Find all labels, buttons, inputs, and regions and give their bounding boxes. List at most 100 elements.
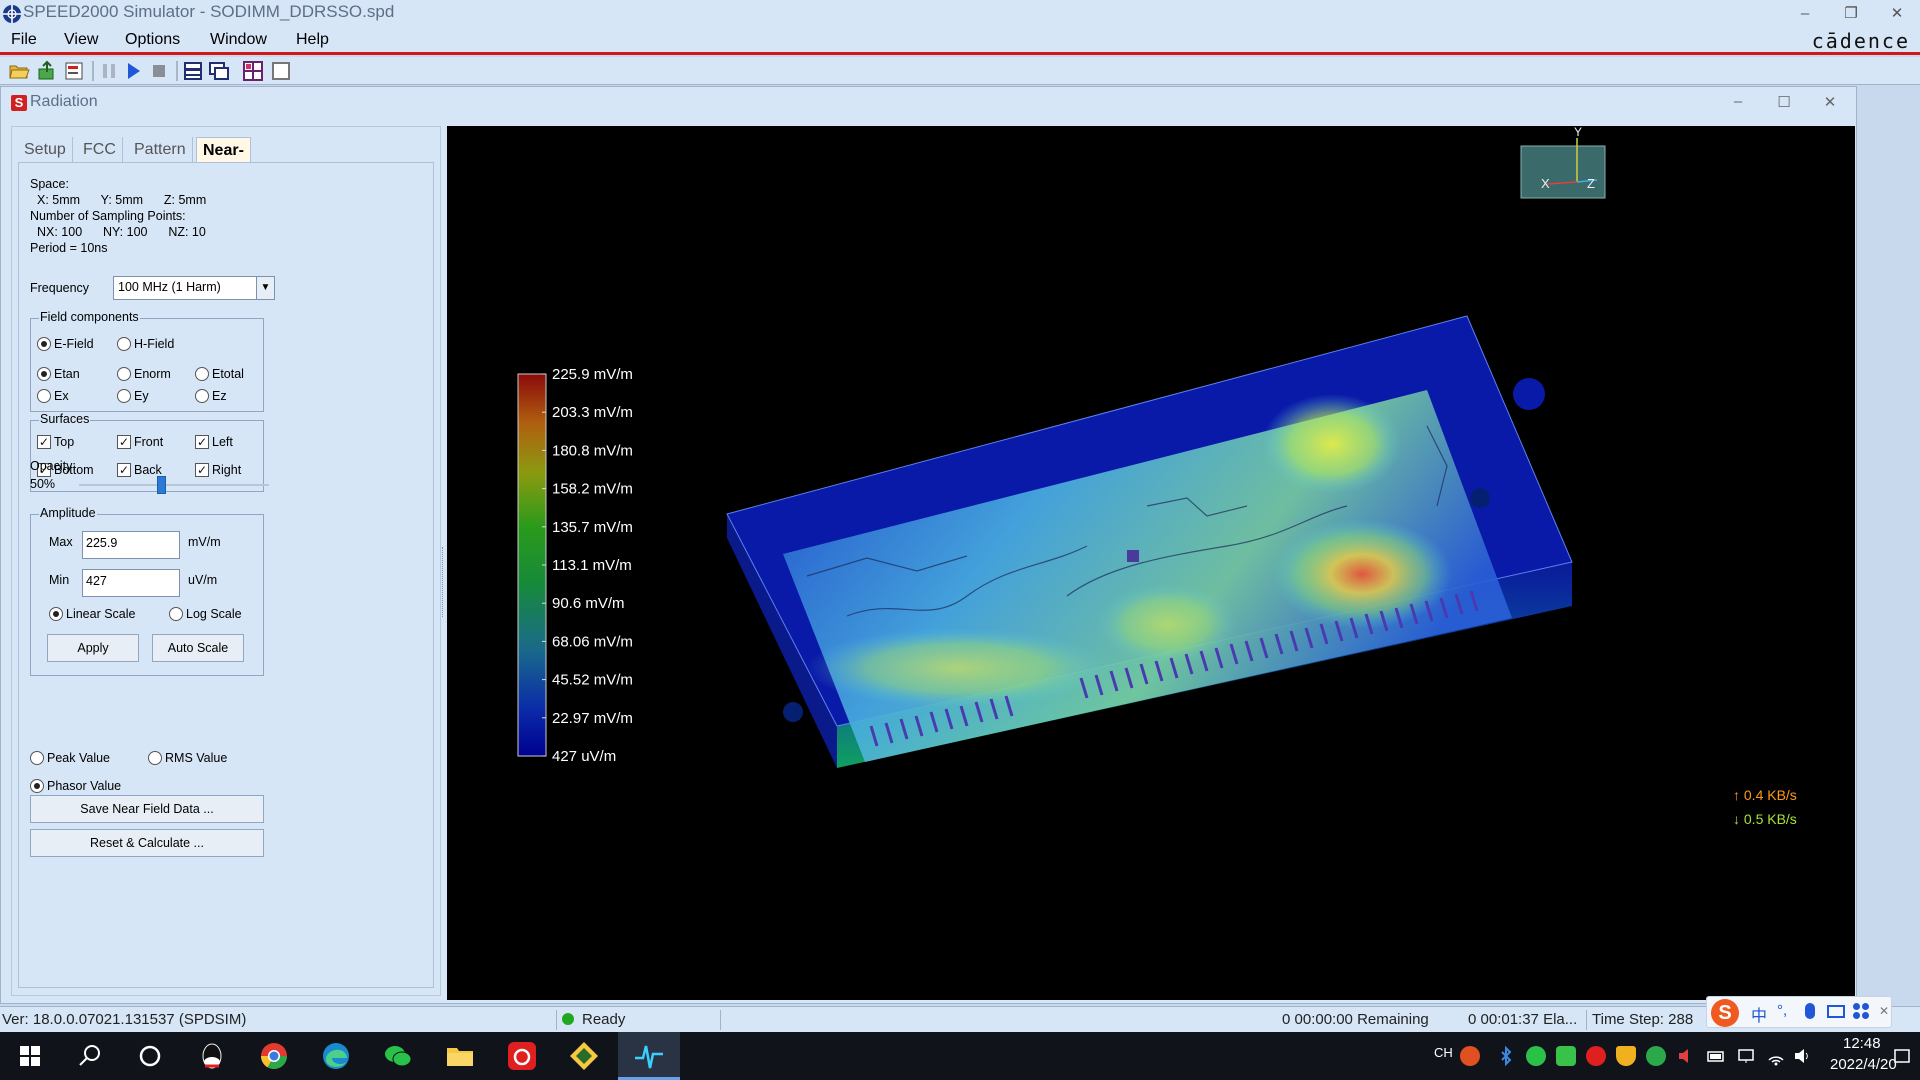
app-diamond-icon[interactable] bbox=[568, 1040, 600, 1072]
network-monitor-icon[interactable] bbox=[1736, 1046, 1756, 1066]
tab-fcc[interactable]: FCC bbox=[77, 137, 123, 163]
log-scale-label: Log Scale bbox=[186, 607, 242, 621]
auto-scale-button[interactable]: Auto Scale bbox=[152, 634, 244, 662]
wechat-icon[interactable] bbox=[382, 1040, 414, 1072]
menu-window[interactable]: Window bbox=[210, 31, 267, 49]
report-icon[interactable] bbox=[63, 60, 85, 82]
ime-close-icon[interactable]: ✕ bbox=[1879, 1004, 1889, 1018]
horizontal-split-icon[interactable] bbox=[182, 60, 204, 82]
search-icon[interactable] bbox=[74, 1040, 106, 1072]
volume-icon[interactable] bbox=[1792, 1046, 1812, 1066]
windows-start-icon[interactable] bbox=[14, 1040, 46, 1072]
near-field-3d-viewport[interactable]: 225.9 mV/m 203.3 mV/m 180.8 mV/m 158.2 mV/m… bbox=[447, 126, 1855, 1000]
microphone-icon[interactable] bbox=[1805, 1003, 1815, 1019]
efield-radio[interactable] bbox=[37, 337, 51, 351]
legend-labels: 225.9 mV/m 203.3 mV/m 180.8 mV/m 158.2 mV/m… bbox=[552, 366, 633, 765]
minimize-button[interactable]: – bbox=[1788, 3, 1822, 25]
log-scale-radio[interactable] bbox=[169, 607, 183, 621]
ime-punctuation[interactable]: °, bbox=[1777, 1002, 1787, 1019]
back-checkbox[interactable]: ✓ bbox=[117, 463, 131, 477]
enorm-radio[interactable] bbox=[117, 367, 131, 381]
wechat-tray-icon[interactable] bbox=[1526, 1046, 1546, 1066]
close-button[interactable]: ✕ bbox=[1880, 3, 1914, 25]
opacity-label: Opacity: bbox=[30, 459, 76, 473]
sogou-ime-icon[interactable]: S bbox=[1711, 999, 1739, 1027]
chrome-icon[interactable] bbox=[258, 1040, 290, 1072]
reset-calculate-button[interactable]: Reset & Calculate ... bbox=[30, 829, 264, 857]
top-label: Top bbox=[54, 435, 75, 449]
chevron-down-icon[interactable]: ▼ bbox=[256, 277, 274, 299]
speed2000-icon bbox=[635, 1045, 663, 1069]
frequency-select[interactable]: 100 MHz (1 Harm) ▼ bbox=[113, 276, 275, 300]
right-checkbox[interactable]: ✓ bbox=[195, 463, 209, 477]
menu-help[interactable]: Help bbox=[296, 31, 329, 49]
peak-value-radio[interactable] bbox=[30, 751, 44, 765]
phasor-value-label: Phasor Value bbox=[47, 779, 122, 793]
edge-icon[interactable] bbox=[320, 1040, 352, 1072]
clock-time[interactable]: 12:48 bbox=[1843, 1035, 1881, 1052]
import-icon[interactable] bbox=[36, 60, 58, 82]
etotal-radio[interactable] bbox=[195, 367, 209, 381]
bluetooth-icon[interactable] bbox=[1496, 1045, 1516, 1067]
phasor-value-radio[interactable] bbox=[30, 779, 44, 793]
security-shield-icon[interactable] bbox=[1616, 1046, 1636, 1066]
menu-view[interactable]: View bbox=[64, 31, 98, 49]
ex-radio[interactable] bbox=[37, 389, 51, 403]
ez-radio[interactable] bbox=[195, 389, 209, 403]
qq-icon[interactable] bbox=[196, 1040, 228, 1072]
restore-button[interactable]: ❐ bbox=[1834, 3, 1868, 25]
tile-grid-icon[interactable] bbox=[242, 60, 264, 82]
radiation-maximize-button[interactable]: ☐ bbox=[1769, 93, 1799, 113]
netease-music-icon[interactable] bbox=[506, 1040, 538, 1072]
wifi-icon[interactable] bbox=[1766, 1046, 1786, 1066]
tab-setup[interactable]: Setup bbox=[18, 137, 73, 163]
left-checkbox[interactable]: ✓ bbox=[195, 435, 209, 449]
time-step: Time Step: 288 bbox=[1592, 1011, 1694, 1028]
ey-radio[interactable] bbox=[117, 389, 131, 403]
front-checkbox[interactable]: ✓ bbox=[117, 435, 131, 449]
input-language-indicator[interactable]: CH bbox=[1434, 1045, 1453, 1060]
menu-file[interactable]: File bbox=[11, 31, 37, 49]
ime-chinese-mode[interactable]: 中 bbox=[1751, 1002, 1767, 1026]
netease-tray-icon[interactable] bbox=[1586, 1046, 1606, 1066]
linear-scale-radio[interactable] bbox=[49, 607, 63, 621]
amplitude-group: Amplitude Max 225.9 mV/m Min 427 uV/m Li… bbox=[30, 506, 264, 676]
feather-tray-icon[interactable] bbox=[1556, 1046, 1576, 1066]
hfield-radio[interactable] bbox=[117, 337, 131, 351]
ime-menu-grid-icon[interactable] bbox=[1853, 1003, 1871, 1021]
mounting-hole-3 bbox=[783, 702, 803, 722]
rms-value-radio[interactable] bbox=[148, 751, 162, 765]
apply-button[interactable]: Apply bbox=[47, 634, 139, 662]
menu-options[interactable]: Options bbox=[125, 31, 180, 49]
min-amplitude-input[interactable]: 427 bbox=[82, 569, 180, 597]
file-explorer-icon[interactable] bbox=[444, 1040, 476, 1072]
panel-splitter[interactable] bbox=[442, 547, 445, 617]
save-near-field-data-button[interactable]: Save Near Field Data ... bbox=[30, 795, 264, 823]
back-label: Back bbox=[134, 463, 162, 477]
notification-icon[interactable] bbox=[1892, 1046, 1912, 1066]
fullscreen-icon[interactable] bbox=[270, 60, 292, 82]
sogou-tray-icon[interactable] bbox=[1460, 1046, 1480, 1066]
etan-radio[interactable] bbox=[37, 367, 51, 381]
task-view-icon[interactable] bbox=[134, 1040, 166, 1072]
radiation-minimize-button[interactable]: – bbox=[1723, 93, 1753, 113]
opacity-slider-track[interactable] bbox=[79, 484, 269, 486]
battery-icon[interactable] bbox=[1706, 1046, 1726, 1066]
top-checkbox[interactable]: ✓ bbox=[37, 435, 51, 449]
tab-pattern[interactable]: Pattern bbox=[128, 137, 193, 163]
play-icon[interactable] bbox=[122, 60, 144, 82]
max-amplitude-input[interactable]: 225.9 bbox=[82, 531, 180, 559]
speaker-muted-icon[interactable] bbox=[1676, 1046, 1696, 1066]
tab-near-field[interactable]: Near-Field bbox=[196, 137, 251, 185]
pause-icon[interactable] bbox=[98, 60, 120, 82]
speed2000-taskbar-button[interactable] bbox=[618, 1032, 680, 1080]
stop-icon[interactable] bbox=[148, 60, 170, 82]
clock-date[interactable]: 2022/4/20 bbox=[1830, 1056, 1897, 1073]
field-components-title: Field components bbox=[39, 310, 140, 324]
cascade-windows-icon[interactable] bbox=[208, 60, 230, 82]
opacity-slider-thumb[interactable] bbox=[157, 476, 166, 494]
keyboard-icon[interactable] bbox=[1827, 1005, 1845, 1018]
open-folder-icon[interactable] bbox=[8, 60, 30, 82]
radiation-close-button[interactable]: ✕ bbox=[1815, 93, 1845, 113]
chrome-tray-icon[interactable] bbox=[1646, 1046, 1666, 1066]
